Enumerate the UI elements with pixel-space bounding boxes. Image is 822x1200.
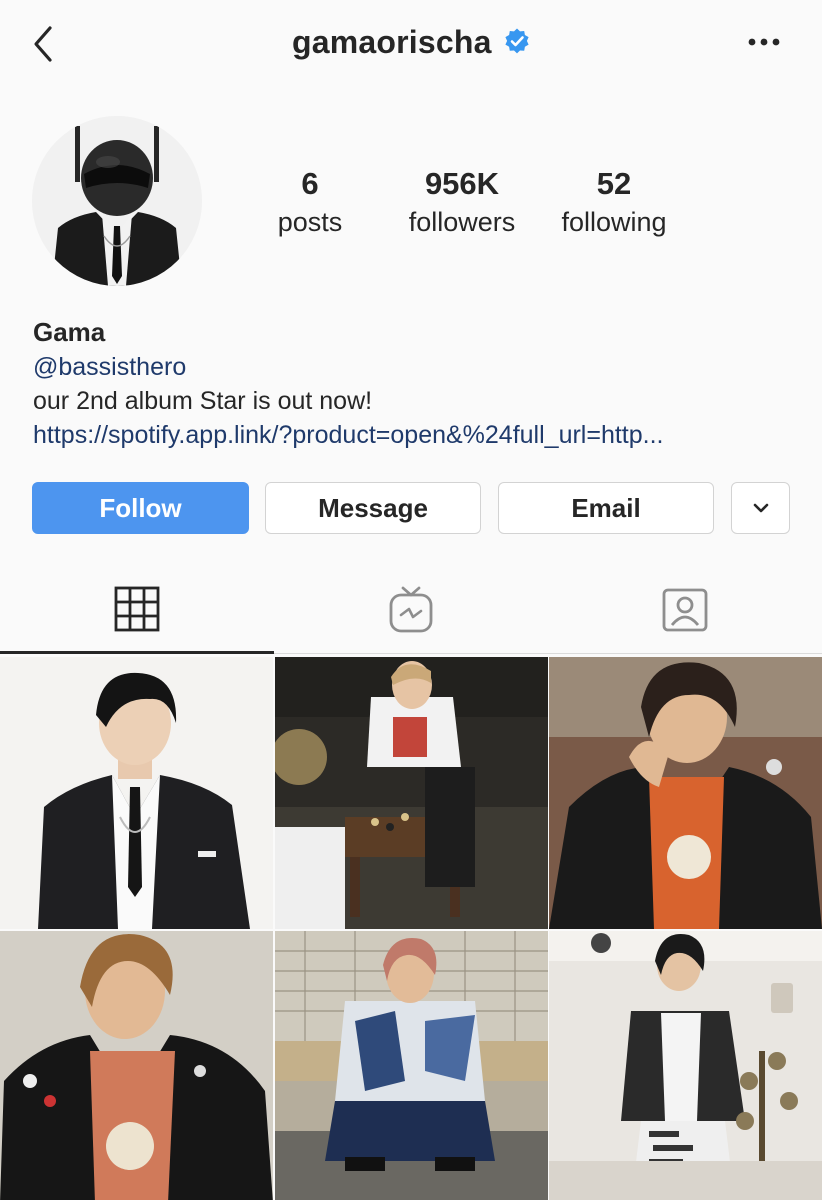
posts-stat[interactable]: 6 posts [230, 166, 390, 242]
email-button[interactable]: Email [498, 482, 714, 534]
follow-button[interactable]: Follow [32, 482, 249, 534]
post-thumbnail[interactable] [275, 657, 548, 929]
post-image [275, 657, 548, 929]
message-button[interactable]: Message [265, 482, 481, 534]
title-wrap: gamaorischa [0, 24, 822, 61]
post-image [0, 931, 273, 1200]
post-thumbnail[interactable] [0, 657, 273, 929]
igtv-icon [389, 586, 433, 633]
posts-label: posts [277, 207, 343, 237]
bio-text: our 2nd album Star is out now! [33, 387, 373, 415]
post-image [549, 657, 822, 929]
grid-icon [114, 586, 160, 631]
suggested-accounts-button[interactable] [731, 482, 790, 534]
verified-badge-icon [505, 27, 529, 53]
tab-posts-grid[interactable] [0, 566, 274, 654]
profile-tabs [0, 566, 822, 654]
tagged-user-icon [662, 588, 708, 632]
post-thumbnail[interactable] [275, 931, 548, 1200]
post-image [0, 657, 273, 929]
post-thumbnail[interactable] [549, 657, 822, 929]
profile-username: gamaorischa [291, 24, 492, 60]
more-options-button[interactable] [746, 30, 786, 54]
followers-count: 956K [424, 166, 500, 201]
posts-count: 6 [301, 166, 319, 201]
post-thumbnail[interactable] [549, 931, 822, 1200]
post-image [549, 931, 822, 1200]
top-bar: gamaorischa [0, 0, 822, 90]
tab-tagged[interactable] [548, 566, 822, 654]
avatar-image [32, 116, 202, 286]
chevron-down-icon [753, 503, 768, 513]
following-stat[interactable]: 52 following [534, 166, 694, 242]
post-image [275, 931, 548, 1200]
posts-grid [0, 657, 822, 1200]
profile-page: gamaorischa 6 posts 956K followers 52 fo… [0, 0, 822, 1200]
display-name: Gama [33, 317, 106, 347]
profile-avatar[interactable] [32, 116, 202, 286]
following-count: 52 [596, 166, 632, 201]
tab-igtv[interactable] [274, 566, 548, 654]
mentioned-handle-link[interactable]: @bassisthero [33, 350, 803, 384]
profile-bio: Gama @bassisthero our 2nd album Star is … [33, 314, 803, 452]
following-label: following [561, 207, 667, 237]
followers-stat[interactable]: 956K followers [382, 166, 542, 242]
post-thumbnail[interactable] [0, 931, 273, 1200]
followers-label: followers [408, 207, 516, 237]
bio-website-link[interactable]: https://spotify.app.link/?product=open&%… [33, 418, 803, 452]
more-horizontal-icon [748, 38, 780, 46]
